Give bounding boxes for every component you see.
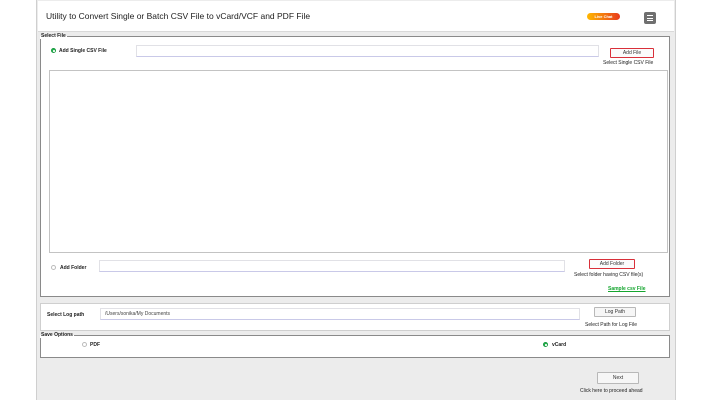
- log-path-button[interactable]: Log Path: [594, 307, 636, 317]
- app-title: Utility to Convert Single or Batch CSV F…: [46, 11, 311, 21]
- live-chat-badge[interactable]: Live Chat: [587, 13, 620, 20]
- add-file-hint: Select Single CSV File: [603, 60, 654, 66]
- select-file-legend: Select File: [41, 33, 66, 39]
- vcard-label: vCard: [552, 342, 567, 348]
- next-button[interactable]: Next: [597, 372, 639, 384]
- log-path-hint: Select Path for Log File: [585, 322, 637, 328]
- file-list-area[interactable]: [49, 70, 668, 253]
- add-folder-button[interactable]: Add Folder: [589, 259, 635, 269]
- select-file-group: Select File Add Single CSV File Add File…: [40, 34, 670, 297]
- add-folder-radio[interactable]: [51, 265, 56, 270]
- next-hint: Click here to proceed ahead: [580, 388, 643, 394]
- hamburger-icon[interactable]: [644, 12, 656, 24]
- single-csv-path-input[interactable]: [136, 45, 599, 57]
- save-options-legend: Save Options: [41, 332, 73, 338]
- log-path-input[interactable]: /Users/sonika/My Documents: [100, 308, 580, 320]
- single-csv-radio[interactable]: [51, 48, 56, 53]
- add-folder-hint: Select folder having CSV file(s): [574, 272, 644, 278]
- pdf-label: PDF: [90, 342, 100, 348]
- add-folder-label: Add Folder: [60, 265, 87, 271]
- single-csv-label: Add Single CSV File: [59, 48, 107, 54]
- app-window: Utility to Convert Single or Batch CSV F…: [36, 0, 676, 400]
- save-options-group: Save Options PDF vCard: [40, 333, 670, 358]
- title-bar: Utility to Convert Single or Batch CSV F…: [38, 1, 674, 32]
- folder-path-input[interactable]: [99, 260, 565, 272]
- log-path-row: Select Log path /Users/sonika/My Documen…: [40, 303, 670, 331]
- vcard-radio[interactable]: [543, 342, 548, 347]
- log-path-label: Select Log path: [47, 312, 85, 318]
- sample-csv-link[interactable]: Sample csv File: [608, 286, 646, 292]
- add-file-button[interactable]: Add File: [610, 48, 654, 58]
- pdf-radio[interactable]: [82, 342, 87, 347]
